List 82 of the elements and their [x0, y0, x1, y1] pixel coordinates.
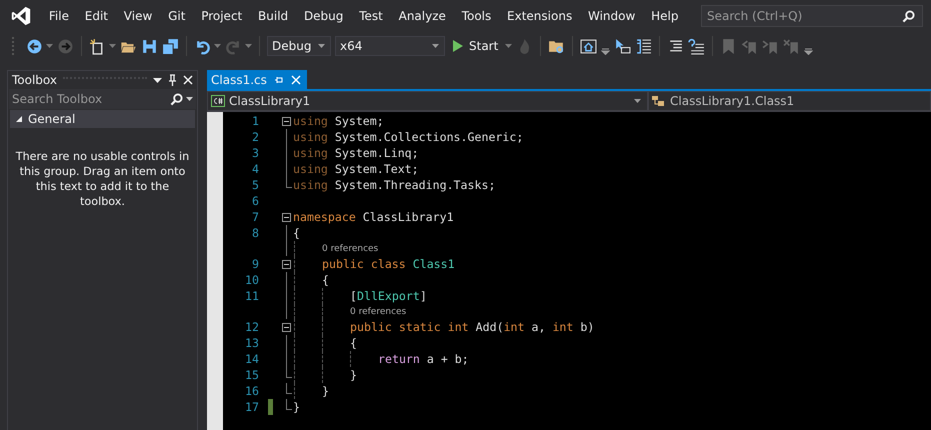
dropdown-icon[interactable]	[153, 78, 162, 82]
indent-icon[interactable]	[667, 38, 684, 54]
line-number: 17	[245, 400, 259, 414]
code-line: using System.Threading.Tasks;	[293, 178, 496, 192]
line-number: 2	[252, 130, 259, 144]
collapse-icon[interactable]	[282, 212, 291, 222]
class-icon	[652, 95, 666, 107]
code-line: {	[322, 273, 329, 287]
code-line: [DllExport]	[350, 289, 427, 303]
toolbox-search-field[interactable]: Search Toolbox	[9, 89, 196, 109]
line-number: 4	[252, 162, 259, 176]
line-number: 10	[245, 273, 259, 287]
code-line: {	[293, 226, 300, 240]
collapse-icon[interactable]	[282, 116, 291, 126]
code-line: namespace ClassLibrary1	[293, 210, 454, 224]
code-line: public class Class1	[322, 257, 455, 271]
home-icon[interactable]	[580, 38, 598, 54]
references-link[interactable]: 0 references	[322, 244, 378, 254]
toolbox-group-header[interactable]: General	[10, 110, 195, 128]
code-line: }	[322, 384, 329, 398]
config-dropdown[interactable]: x64	[335, 36, 445, 56]
search-icon[interactable]	[170, 93, 183, 106]
menu-item[interactable]: Test	[351, 9, 391, 23]
line-number: 14	[245, 352, 259, 366]
menu-item[interactable]: Git	[160, 9, 194, 23]
code-line: }	[350, 368, 357, 382]
panel-title: Toolbox	[12, 73, 57, 87]
menu-item[interactable]: Analyze	[390, 9, 454, 23]
code-line: using System.Collections.Generic;	[293, 130, 524, 144]
line-number: 3	[252, 146, 259, 160]
line-number: 5	[252, 178, 259, 192]
menu-item[interactable]: Debug	[296, 9, 352, 23]
menu-item[interactable]: Tools	[454, 9, 500, 23]
code-line: {	[350, 336, 357, 350]
line-number: 8	[252, 226, 259, 240]
menu-item[interactable]: View	[116, 9, 160, 23]
columns-icon[interactable]	[635, 38, 652, 54]
code-line: using System;	[293, 114, 384, 128]
empty-message: There are no usable controls in this group. Drag an item onto this text to add it to the toolbox.	[14, 149, 190, 209]
menu-item[interactable]: Extensions	[499, 9, 580, 23]
play-icon	[453, 40, 463, 52]
collapse-icon[interactable]	[282, 260, 291, 268]
code-line: }	[293, 400, 300, 414]
line-number: 16	[245, 384, 259, 398]
menu-item[interactable]: Project	[193, 9, 250, 23]
search-field[interactable]: Search (Ctrl+Q)	[701, 5, 923, 27]
help-lines-icon[interactable]	[688, 38, 706, 54]
code-line: return a + b;	[378, 352, 469, 366]
line-number: 13	[245, 336, 259, 350]
close-icon[interactable]	[183, 75, 193, 85]
menu-item[interactable]: Window	[580, 9, 644, 23]
collapse-icon[interactable]	[282, 322, 291, 332]
line-number: 11	[245, 289, 259, 303]
menu-item[interactable]: Build	[250, 9, 296, 23]
line-number: 12	[245, 320, 259, 334]
pointer-icon[interactable]	[614, 38, 632, 54]
caret-icon	[634, 99, 641, 103]
expand-icon	[15, 115, 23, 123]
code-line: public static int Add(int a, int b)	[350, 320, 594, 334]
search-icon[interactable]	[902, 10, 915, 23]
references-link[interactable]: 0 references	[350, 306, 406, 316]
line-number: 9	[252, 257, 259, 271]
menu-item[interactable]: Help	[643, 9, 686, 23]
menu-item[interactable]: File	[41, 9, 77, 23]
line-number: 7	[252, 210, 259, 224]
project-dropdown[interactable]: ClassLibrary1	[207, 91, 648, 111]
caret-icon[interactable]	[186, 97, 193, 101]
csharp-file-icon	[211, 95, 225, 107]
save-all-icon[interactable]	[162, 38, 179, 54]
line-number: 1	[252, 114, 259, 128]
start-button[interactable]: Start	[449, 39, 502, 53]
line-number: 15	[245, 368, 259, 382]
caret-icon	[318, 44, 325, 48]
config-dropdown[interactable]: Debug	[267, 36, 331, 56]
code-line: using System.Linq;	[293, 146, 419, 160]
caret-icon	[432, 44, 439, 48]
line-number: 6	[252, 194, 259, 208]
logo-icon	[10, 5, 32, 27]
type-dropdown[interactable]: ClassLibrary1.Class1	[648, 91, 931, 111]
back-icon[interactable]	[26, 38, 43, 54]
menu-item[interactable]: Edit	[76, 9, 116, 23]
code-line: using System.Text;	[293, 162, 419, 176]
